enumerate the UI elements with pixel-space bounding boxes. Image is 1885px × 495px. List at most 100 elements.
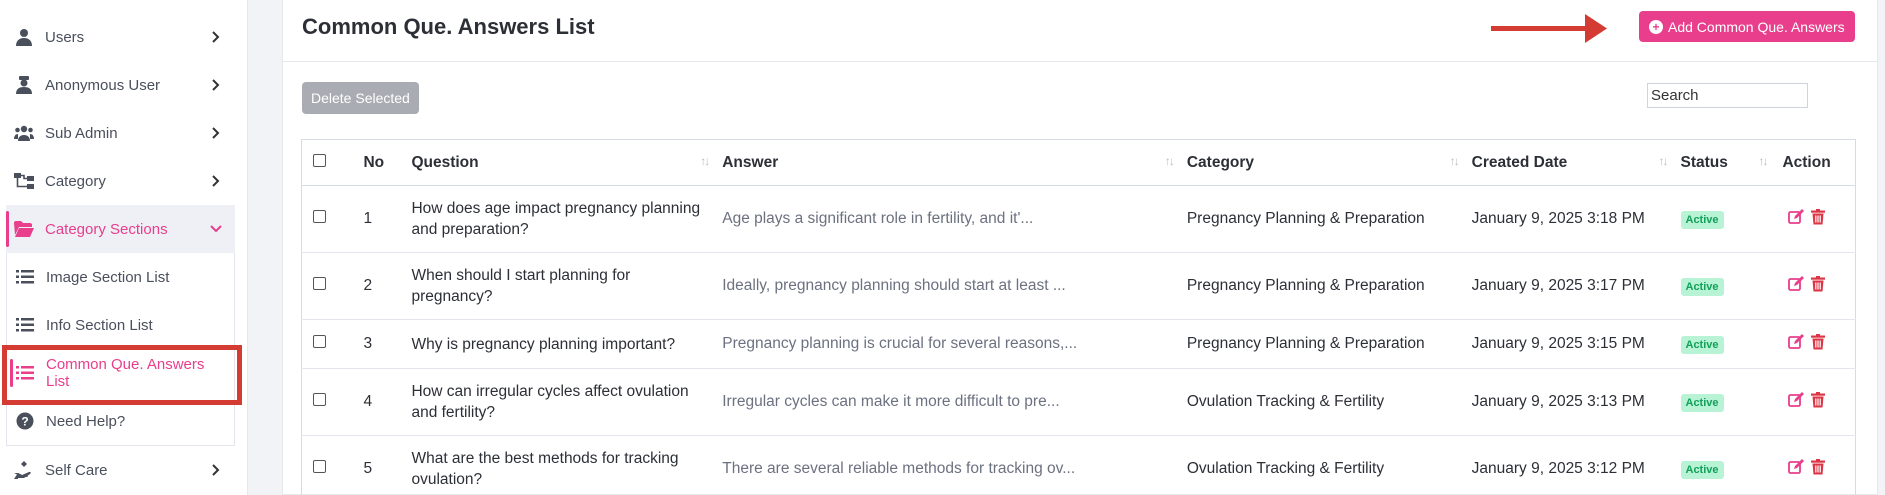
folder-open-icon: [13, 218, 35, 240]
question-circle-icon: ?: [14, 410, 36, 432]
trash-icon[interactable]: [1811, 391, 1826, 413]
cell-answer: Ideally, pregnancy planning should start…: [714, 252, 1179, 320]
cell-question: How does age impact pregnancy planning a…: [403, 185, 715, 253]
cell-answer: Pregnancy planning is crucial for severa…: [714, 319, 1179, 369]
cell-category: Ovulation Tracking & Fertility: [1178, 368, 1464, 436]
page-title: Common Que. Answers List: [302, 14, 595, 39]
sidebar-item-image-section-list[interactable]: Image Section List: [7, 253, 234, 301]
status-badge: Active: [1680, 210, 1724, 229]
cell-category: Pregnancy Planning & Preparation: [1178, 252, 1464, 320]
row-checkbox[interactable]: [313, 460, 326, 473]
sort-icon: ↑↓: [700, 154, 710, 168]
col-header-created-date[interactable]: Created Date ↑↓: [1463, 139, 1673, 186]
list-icon: [14, 362, 36, 384]
row-select-cell: [301, 185, 356, 253]
cell-category: Ovulation Tracking & Fertility: [1178, 435, 1464, 495]
cell-question: When should I start planning for pregnan…: [403, 252, 715, 320]
sidebar-item-category-sections[interactable]: Category Sections: [6, 205, 235, 253]
col-header-label: Status: [1680, 153, 1728, 171]
chevron-right-icon: [209, 174, 223, 188]
sort-icon: ↑↓: [1658, 154, 1669, 168]
sidebar-item-label: Users: [45, 28, 85, 46]
add-button-label: Add Common Que. Answers: [1668, 18, 1845, 35]
edit-icon[interactable]: [1788, 391, 1805, 413]
row-checkbox[interactable]: [313, 335, 326, 348]
trash-icon[interactable]: [1811, 275, 1826, 297]
sidebar-item-common-que-answers-list[interactable]: Common Que. Answers List: [7, 349, 234, 397]
sidebar-item-self-care[interactable]: Self Care: [0, 446, 247, 494]
row-select-cell: [301, 368, 356, 436]
answers-table: No Question ↑↓ Answer ↑↓ Category ↑↓ Create…: [301, 139, 1857, 495]
col-header-status[interactable]: Status ↑↓: [1672, 139, 1775, 186]
cell-action: [1774, 319, 1857, 369]
table-header-row: No Question ↑↓ Answer ↑↓ Category ↑↓ Create…: [301, 139, 1857, 186]
sitemap-icon: [13, 170, 35, 192]
status-badge: Active: [1680, 277, 1724, 296]
cell-created-date: January 9, 2025 3:12 PM: [1463, 435, 1673, 495]
col-header-answer[interactable]: Answer ↑↓: [714, 139, 1179, 186]
cell-question: What are the best methods for tracking o…: [403, 435, 715, 495]
cell-no: 4: [355, 368, 404, 436]
search-input[interactable]: [1647, 83, 1808, 108]
cell-question: How can irregular cycles affect ovulatio…: [403, 368, 715, 436]
cell-action: [1774, 252, 1857, 320]
sidebar-item-label: Need Help?: [46, 412, 126, 430]
card-header: Common Que. Answers List + Add Common Qu…: [283, 0, 1877, 62]
table-row: 1 How does age impact pregnancy planning …: [301, 185, 1857, 253]
cell-category: Pregnancy Planning & Preparation: [1178, 319, 1464, 369]
add-common-que-answers-button[interactable]: + Add Common Que. Answers: [1639, 11, 1855, 42]
sidebar: Users Anonymous User Sub Admin Category: [0, 0, 248, 495]
col-header-no[interactable]: No: [355, 139, 404, 186]
cell-action: [1774, 185, 1857, 253]
edit-icon[interactable]: [1788, 458, 1805, 480]
col-header-label: Question: [411, 153, 479, 171]
row-select-cell: [301, 319, 356, 369]
sort-icon: ↑↓: [1164, 154, 1175, 168]
cell-created-date: January 9, 2025 3:17 PM: [1463, 252, 1673, 320]
row-checkbox[interactable]: [313, 277, 326, 290]
trash-icon[interactable]: [1811, 333, 1826, 355]
trash-icon[interactable]: [1811, 208, 1826, 230]
cell-created-date: January 9, 2025 3:13 PM: [1463, 368, 1673, 436]
row-checkbox[interactable]: [313, 210, 326, 223]
edit-icon[interactable]: [1788, 208, 1805, 230]
cell-no: 5: [355, 435, 404, 495]
col-header-action: Action: [1774, 139, 1857, 186]
select-all-checkbox[interactable]: [313, 153, 326, 167]
cell-created-date: January 9, 2025 3:15 PM: [1463, 319, 1673, 369]
sidebar-item-label: Self Care: [45, 461, 108, 479]
user-icon: [13, 26, 35, 48]
col-header-question[interactable]: Question ↑↓: [403, 139, 715, 186]
cell-question: Why is pregnancy planning important?: [403, 319, 715, 369]
sort-icon: ↑↓: [1449, 154, 1460, 168]
row-select-cell: [301, 252, 356, 320]
sidebar-item-sub-admin[interactable]: Sub Admin: [0, 109, 247, 157]
sidebar-item-category[interactable]: Category: [0, 157, 247, 205]
sidebar-item-label: Category: [45, 172, 106, 190]
sidebar-item-need-help[interactable]: ? Need Help?: [7, 397, 234, 445]
status-badge: Active: [1680, 335, 1724, 354]
edit-icon[interactable]: [1788, 275, 1805, 297]
sidebar-item-anonymous-user[interactable]: Anonymous User: [0, 61, 247, 109]
delete-selected-button[interactable]: Delete Selected: [302, 82, 419, 114]
cell-status: Active: [1672, 185, 1775, 253]
cell-status: Active: [1672, 319, 1775, 369]
select-all-cell: [301, 139, 356, 186]
cell-status: Active: [1672, 252, 1775, 320]
sort-icon: ↑↓: [1758, 154, 1768, 168]
trash-icon[interactable]: [1811, 458, 1826, 480]
hand-holding-icon: [13, 459, 35, 481]
sidebar-item-info-section-list[interactable]: Info Section List: [7, 301, 234, 349]
table-body: 1 How does age impact pregnancy planning …: [301, 185, 1857, 495]
chevron-right-icon: [209, 30, 223, 44]
plus-circle-icon: +: [1649, 19, 1663, 34]
row-checkbox[interactable]: [313, 393, 326, 406]
sidebar-item-label: Common Que. Answers List: [46, 356, 205, 390]
edit-icon[interactable]: [1788, 333, 1805, 355]
cell-action: [1774, 435, 1857, 495]
chevron-right-icon: [209, 126, 223, 140]
cell-no: 2: [355, 252, 404, 320]
sidebar-item-users[interactable]: Users: [0, 13, 247, 61]
svg-text:?: ?: [21, 415, 28, 429]
col-header-category[interactable]: Category ↑↓: [1178, 139, 1464, 186]
